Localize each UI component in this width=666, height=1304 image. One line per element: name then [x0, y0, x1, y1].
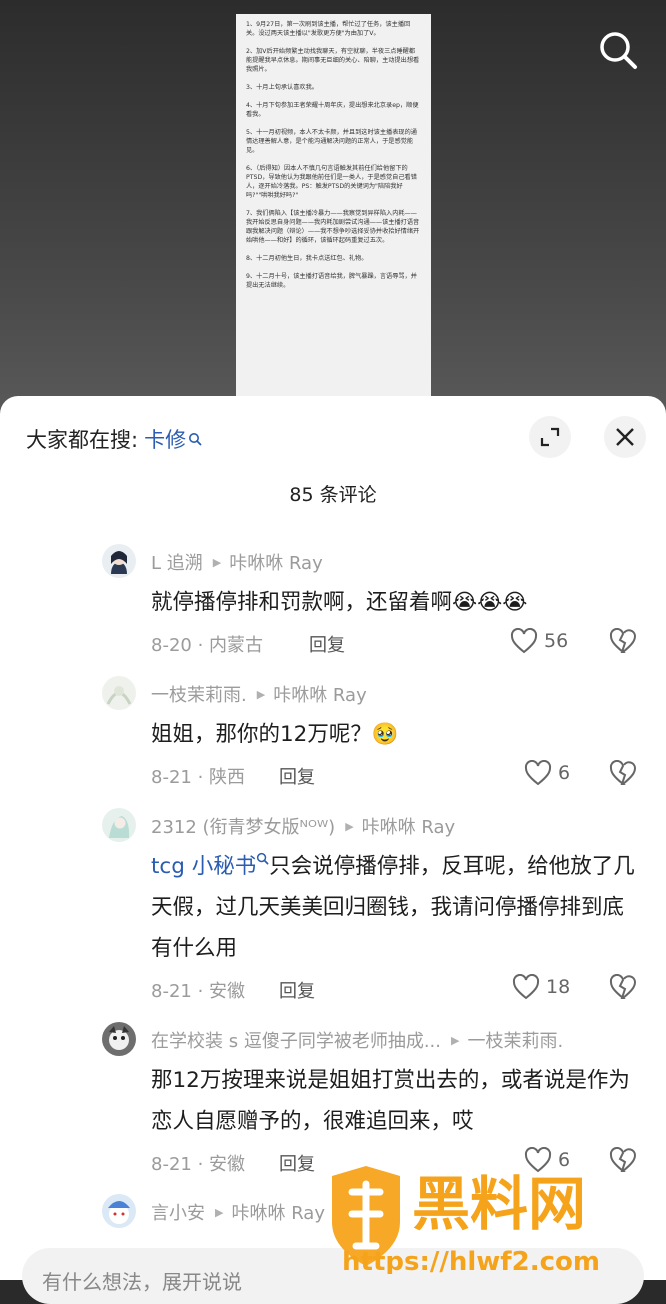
close-button[interactable] [604, 416, 646, 458]
reply-button[interactable]: 回复 [279, 977, 315, 1003]
comment-meta: L 追溯 ▶ 咔咻咻 Ray [151, 549, 323, 575]
reply-to-username[interactable]: 一枝茉莉雨. [467, 1027, 563, 1053]
broken-heart-icon [609, 759, 637, 785]
comment-text: 姐姐，那你的12万呢？🥹 [151, 722, 399, 747]
comment-username[interactable]: 2312 (衔青梦女版ᴺᴼᵂ) [151, 813, 335, 839]
comment-username[interactable]: 言小安 [151, 1199, 205, 1225]
reply-arrow-icon: ▶ [345, 819, 354, 833]
reply-to-username[interactable]: 咔咻咻 Ray [362, 813, 456, 839]
comment-meta: 在学校装 s 逗傻子同学被老师抽成... ▶ 一枝茉莉雨. [151, 1027, 563, 1053]
reply-arrow-icon: ▶ [212, 555, 222, 569]
reply-arrow-icon: ▶ [215, 1205, 224, 1219]
doc-paragraph: 8、十二月初他生日，我卡点送红包、礼物。 [246, 255, 368, 262]
hot-search-bar[interactable]: 大家都在搜: 卡修 [26, 424, 202, 454]
comment-sub: 8-21 · 安徽 回复 [151, 977, 315, 1003]
reply-button[interactable]: 回复 [279, 1150, 315, 1176]
reply-to-username[interactable]: 咔咻咻 Ray [229, 549, 323, 575]
doc-paragraph: 1、9月27日，第一次刷到该主播，帮忙过了任务，该主播回关。没过两天该主播以"发… [246, 21, 411, 37]
mention-link[interactable]: tcg 小秘书 [151, 854, 256, 879]
comment-count: 85 条评论 [289, 484, 377, 506]
reply-to-username[interactable]: 咔咻咻 Ray [273, 681, 367, 707]
comment-meta: 一枝茉莉雨. ▶ 咔咻咻 Ray [151, 681, 367, 707]
broken-heart-icon [609, 973, 637, 999]
comment-date-location: 8-21 · 陕西 [151, 767, 246, 788]
broken-heart-icon [609, 627, 637, 653]
avatar[interactable] [102, 676, 136, 710]
hot-search-keyword[interactable]: 卡修 [144, 424, 186, 454]
document-screenshot: 1、9月27日，第一次刷到该主播，帮忙过了任务，该主播回关。没过两天该主播以"发… [236, 14, 431, 414]
small-search-icon [257, 852, 269, 865]
reply-to-username[interactable]: 咔咻咻 Ray [231, 1199, 325, 1225]
watermark-url: https://hlwf2.com [342, 1247, 600, 1274]
reply-button[interactable]: 回复 [309, 631, 345, 657]
comment-sub: 8-21 · 陕西 回复 [151, 763, 315, 789]
search-icon [600, 32, 637, 69]
doc-paragraph: 9、十二月十号，该主播打语音给我，脾气暴躁，言语辱骂，并提出无法继续。 [246, 273, 417, 289]
reply-button[interactable]: 回复 [279, 763, 315, 789]
doc-paragraph: 6、（后得知）因本人不慎几句言语触发其前任们给他留下的PTSD，导致他认为我跟他… [246, 165, 417, 199]
comment-text: 那12万按理来说是姐姐打赏出去的，或者说是作为恋人自愿赠予的，很难追回来，哎 [151, 1068, 630, 1134]
expand-button[interactable] [529, 416, 571, 458]
expand-icon [540, 427, 560, 447]
watermark-logo: 黑料网 https://hlwf2.com [332, 1166, 600, 1274]
comment-meta: 言小安 ▶ 咔咻咻 Ray [151, 1199, 325, 1225]
search-button[interactable] [596, 28, 640, 72]
comment-sub: 8-20 · 内蒙古 回复 [151, 631, 345, 657]
dislike-button[interactable] [609, 627, 637, 658]
doc-paragraph: 3、十月上旬承认喜欢我。 [246, 84, 318, 91]
heart-icon [524, 760, 552, 786]
comment-username[interactable]: 一枝茉莉雨. [151, 681, 247, 707]
heart-icon [510, 628, 538, 654]
close-icon [616, 428, 634, 446]
like-button[interactable]: 6 [524, 760, 570, 786]
dislike-button[interactable] [609, 973, 637, 1004]
like-count: 18 [546, 976, 571, 998]
avatar[interactable] [102, 1022, 136, 1056]
dislike-button[interactable] [609, 759, 637, 790]
hot-search-prefix: 大家都在搜: [26, 428, 139, 452]
comment-text: tcg 小秘书 只会说停播停排，反耳呢，给他放了几天假，过几天美美回归圈钱，我请问… [151, 846, 641, 969]
doc-paragraph: 7、我们俩陷入【该主播冷暴力——我察觉到异样陷入内耗——我开始反思自身问题——我… [246, 210, 420, 244]
comment-date-location: 8-21 · 安徽 [151, 981, 246, 1002]
reply-arrow-icon: ▶ [256, 687, 266, 701]
doc-paragraph: 4、十月下旬参加王者荣耀十周年庆，提出想来北京录ep，顺便看我。 [246, 102, 419, 118]
comment-date-location: 8-21 · 安徽 [151, 1154, 246, 1175]
avatar[interactable] [102, 544, 136, 578]
like-button[interactable]: 18 [512, 974, 570, 1000]
reply-arrow-icon: ▶ [451, 1033, 460, 1047]
like-count: 56 [544, 630, 569, 652]
comment-meta: 2312 (衔青梦女版ᴺᴼᵂ) ▶ 咔咻咻 Ray [151, 813, 455, 839]
comment-input-placeholder: 有什么想法，展开说说 [42, 1270, 242, 1294]
comment-username[interactable]: L 追溯 [151, 549, 203, 575]
comment-sheet: 大家都在搜: 卡修 85 条评论 L 追溯 ▶ 咔咻咻 Ray 就停播停排和罚款… [0, 396, 666, 1280]
doc-paragraph: 5、十一月初视频，本人不太卡颜，并且到这时该主播表现的通情达理善解人意，是个能沟… [246, 129, 417, 154]
comment-text: 就停播停排和罚款啊，还留着啊😭😭😭 [151, 590, 528, 615]
avatar[interactable] [102, 808, 136, 842]
comment-username[interactable]: 在学校装 s 逗傻子同学被老师抽成... [151, 1027, 441, 1053]
small-search-icon [189, 433, 202, 446]
avatar[interactable] [102, 1194, 136, 1228]
like-button[interactable]: 56 [510, 628, 568, 654]
doc-paragraph: 2、加V后开始频繁主动找我聊天，有空就聊，半夜三点睡醒都能提醒我早点休息。期间事… [246, 48, 420, 73]
watermark-brand: 黑料网 [412, 1170, 586, 1238]
comment-sub: 8-21 · 安徽 回复 [151, 1150, 315, 1176]
like-count: 6 [558, 762, 571, 784]
heart-icon [512, 974, 540, 1000]
comment-date-location: 8-20 · 内蒙古 [151, 635, 264, 656]
